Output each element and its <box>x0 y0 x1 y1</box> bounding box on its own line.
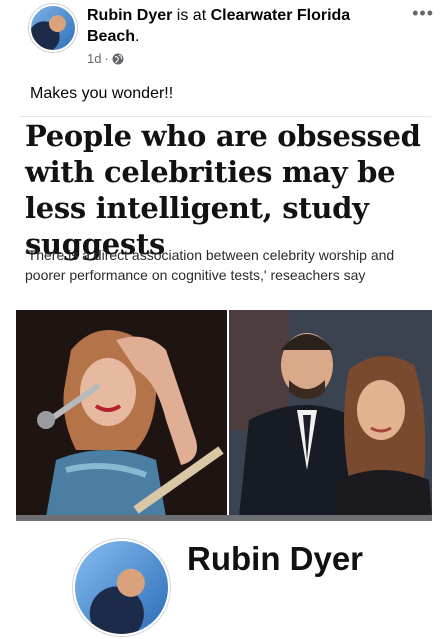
location-period: . <box>135 28 140 45</box>
more-options-icon[interactable]: ••• <box>412 4 434 22</box>
meta-separator: · <box>104 51 109 66</box>
article-standfirst: 'There is a direct association between c… <box>25 247 395 283</box>
article-headline: People who are obsessed with celebrities… <box>25 119 421 261</box>
post-time[interactable]: 1d <box>87 51 101 66</box>
author-name[interactable]: Rubin Dyer <box>87 7 172 24</box>
post-header: Rubin Dyer is at Clearwater Florida Beac… <box>0 0 448 80</box>
footer-author-name[interactable]: Rubin Dyer <box>187 540 363 578</box>
post-caption: Makes you wonder!! <box>30 85 174 102</box>
globe-icon <box>112 53 124 65</box>
post-meta: 1d · <box>87 51 124 66</box>
post-author-line: Rubin Dyer is at Clearwater Florida Beac… <box>87 5 387 47</box>
footer-avatar[interactable] <box>73 539 170 636</box>
author-avatar[interactable] <box>29 4 77 52</box>
divider <box>19 116 431 117</box>
photo-divider-bar <box>16 515 432 521</box>
article-photo-left <box>16 310 227 517</box>
activity-text: is at <box>176 7 207 24</box>
article-photo-right <box>229 310 432 517</box>
